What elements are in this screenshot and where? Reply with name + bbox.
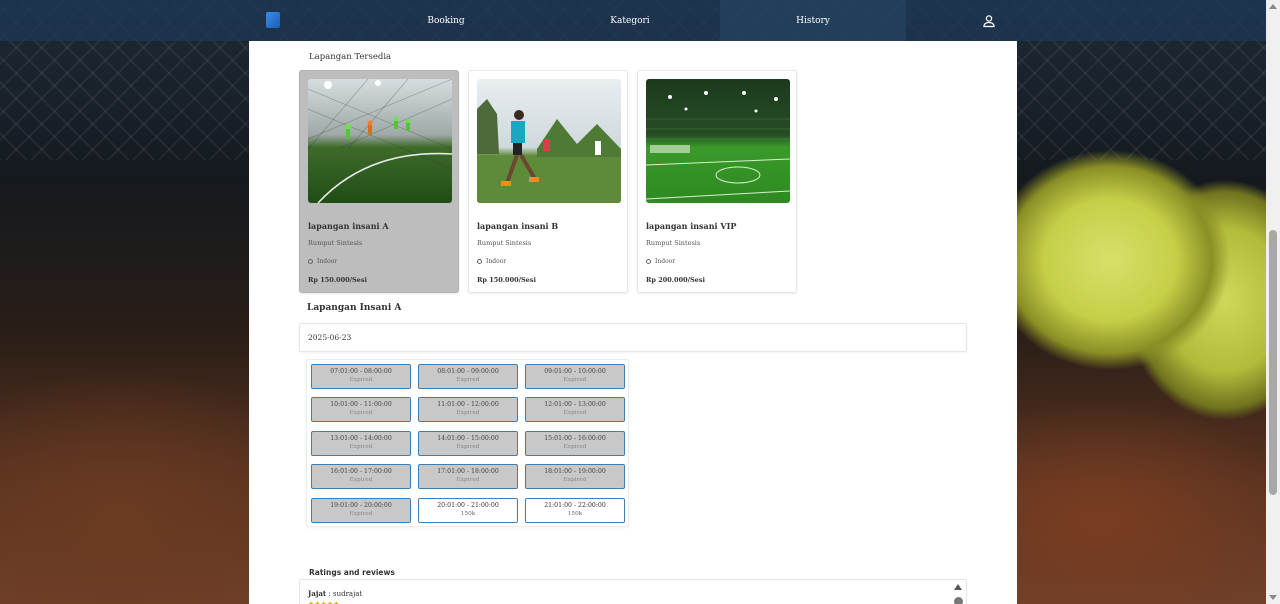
field-name: lapangan insani VIP <box>646 221 737 231</box>
slot-price: 150k <box>460 511 476 517</box>
time-slot[interactable]: 08:01:00 - 09:00:00 Expired <box>418 364 518 389</box>
window-scrollbar[interactable] <box>1266 0 1280 604</box>
reviewer-username: sudrajat <box>332 590 363 598</box>
scroll-up-icon[interactable] <box>1269 4 1277 9</box>
nav-history[interactable]: History <box>720 0 906 41</box>
slot-time: 20:01:00 - 21:00:00 <box>437 502 499 509</box>
field-type: Indoor <box>646 258 675 265</box>
time-slot[interactable]: 17:01:00 - 18:00:00 Expired <box>418 464 518 489</box>
slot-time: 10:01:00 - 11:00:00 <box>330 401 392 408</box>
venue-title: Lapangan Insani A <box>307 303 402 313</box>
field-surface: Rumput Sintesis <box>477 239 532 247</box>
slot-time: 16:01:00 - 17:00:00 <box>330 468 392 475</box>
slot-price: 150k <box>567 511 583 517</box>
reviews-list[interactable]: Jajat : sudrajat ★★★★★ <box>299 579 967 604</box>
field-name: lapangan insani B <box>477 221 559 231</box>
scroll-down-icon[interactable] <box>1269 595 1277 600</box>
time-slot[interactable]: 13:01:00 - 14:00:00 Expired <box>311 431 411 456</box>
field-price: Rp 150.000/Sesi <box>308 276 367 284</box>
field-photo-b <box>477 79 621 203</box>
slot-status: Expired <box>563 410 587 416</box>
scroll-up-icon[interactable] <box>954 584 962 590</box>
location-icon <box>477 259 482 264</box>
slot-time: 13:01:00 - 14:00:00 <box>330 435 392 442</box>
top-navbar: Booking Kategori History <box>0 0 1266 41</box>
slot-time: 11:01:00 - 12:00:00 <box>437 401 499 408</box>
slot-time: 14:01:00 - 15:00:00 <box>437 435 499 442</box>
field-type: Indoor <box>308 258 337 265</box>
slot-status: Expired <box>349 377 373 383</box>
time-slot[interactable]: 15:01:00 - 16:00:00 Expired <box>525 431 625 456</box>
slot-time: 15:01:00 - 16:00:00 <box>544 435 606 442</box>
location-icon <box>646 259 651 264</box>
time-slot[interactable]: 10:01:00 - 11:00:00 Expired <box>311 397 411 422</box>
slot-status: Expired <box>456 477 480 483</box>
slot-time: 12:01:00 - 13:00:00 <box>544 401 606 408</box>
star-rating: ★★★★★ <box>308 600 340 604</box>
time-slot[interactable]: 11:01:00 - 12:00:00 Expired <box>418 397 518 422</box>
field-surface: Rumput Sintesis <box>308 239 363 247</box>
slot-time: 07:01:00 - 08:00:00 <box>330 368 392 375</box>
slot-status: Expired <box>349 477 373 483</box>
time-slot[interactable]: 16:01:00 - 17:00:00 Expired <box>311 464 411 489</box>
date-picker[interactable]: 2025-06-23 <box>299 323 967 352</box>
nav-kategori[interactable]: Kategori <box>540 0 720 41</box>
time-slot[interactable]: 12:01:00 - 13:00:00 Expired <box>525 397 625 422</box>
slot-status: Expired <box>456 377 480 383</box>
ratings-title: Ratings and reviews <box>309 568 395 577</box>
nav-booking[interactable]: Booking <box>360 0 532 41</box>
field-surface: Rumput Sintesis <box>646 239 701 247</box>
slot-status: Expired <box>349 444 373 450</box>
time-slot[interactable]: 07:01:00 - 08:00:00 Expired <box>311 364 411 389</box>
slot-status: Expired <box>456 444 480 450</box>
scrollbar-thumb[interactable] <box>1269 230 1277 495</box>
time-slot[interactable]: 09:01:00 - 10:00:00 Expired <box>525 364 625 389</box>
slot-status: Expired <box>563 444 587 450</box>
slot-time: 08:01:00 - 09:00:00 <box>437 368 499 375</box>
field-name: lapangan insani A <box>308 221 389 231</box>
slot-time: 18:01:00 - 19:00:00 <box>544 468 606 475</box>
slot-status: Expired <box>456 410 480 416</box>
reviewer-name: Jajat <box>308 589 327 598</box>
location-icon <box>308 259 313 264</box>
user-icon[interactable] <box>982 14 996 28</box>
field-photo-vip <box>646 79 790 203</box>
reviews-scrollbar-thumb[interactable] <box>954 597 963 604</box>
time-slot[interactable]: 19:01:00 - 20:00:00 Expired <box>311 498 411 523</box>
slot-time: 19:01:00 - 20:00:00 <box>330 502 392 509</box>
section-title: Lapangan Tersedia <box>309 52 392 62</box>
slot-time: 09:01:00 - 10:00:00 <box>544 368 606 375</box>
time-slot[interactable]: 20:01:00 - 21:00:00 150k <box>418 498 518 523</box>
field-price: Rp 150.000/Sesi <box>477 276 536 284</box>
slot-status: Expired <box>563 477 587 483</box>
field-photo-a <box>308 79 452 203</box>
slot-status: Expired <box>563 377 587 383</box>
field-type: Indoor <box>477 258 506 265</box>
field-card-b[interactable]: lapangan insani B Rumput Sintesis Indoor… <box>468 70 628 293</box>
field-card-vip[interactable]: lapangan insani VIP Rumput Sintesis Indo… <box>637 70 797 293</box>
field-type-label: Indoor <box>486 258 507 265</box>
time-slot[interactable]: 14:01:00 - 15:00:00 Expired <box>418 431 518 456</box>
logo-icon[interactable] <box>266 12 280 28</box>
slot-status: Expired <box>349 410 373 416</box>
slot-time: 17:01:00 - 18:00:00 <box>437 468 499 475</box>
field-price: Rp 200.000/Sesi <box>646 276 705 284</box>
slot-status: Expired <box>349 511 373 517</box>
slot-time: 21:01:00 - 22:00:00 <box>544 502 606 509</box>
time-slot[interactable]: 21:01:00 - 22:00:00 150k <box>525 498 625 523</box>
field-card-a[interactable]: lapangan insani A Rumput Sintesis Indoor… <box>299 70 459 293</box>
main-panel: Lapangan Tersedia lapangan insani A Rump… <box>249 41 1017 604</box>
field-type-label: Indoor <box>655 258 676 265</box>
review-item: Jajat : sudrajat <box>308 589 362 598</box>
field-type-label: Indoor <box>317 258 338 265</box>
time-slot[interactable]: 18:01:00 - 19:00:00 Expired <box>525 464 625 489</box>
time-slots-panel: 07:01:00 - 08:00:00 Expired 08:01:00 - 09… <box>306 359 629 527</box>
